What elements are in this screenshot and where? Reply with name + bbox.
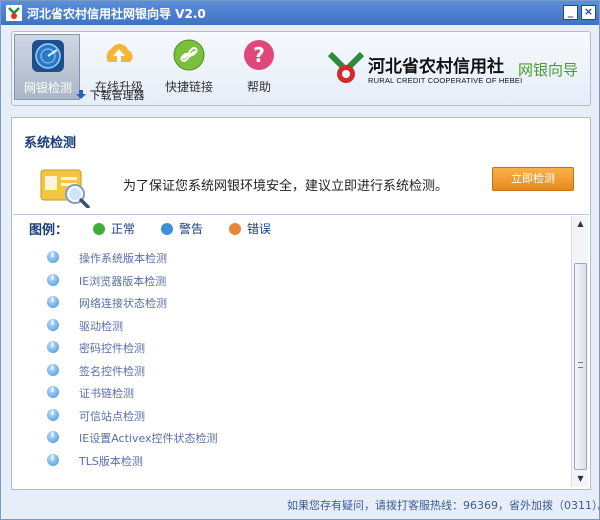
scrollbar-grip-icon <box>578 362 583 368</box>
tool-help[interactable]: ? 帮助 <box>226 34 292 100</box>
legend-warning-label: 警告 <box>179 222 204 236</box>
info-icon <box>47 430 59 443</box>
main-panel: 系统检测 为了保证您系统网银环境安全，建议立即进行系统检测。 立即检测 图例： … <box>11 117 591 490</box>
info-icon <box>47 453 59 466</box>
download-arrow-icon <box>76 90 86 99</box>
minimize-button[interactable]: _ <box>563 5 578 20</box>
legend-error: 错误 <box>229 220 271 237</box>
legend-error-label: 错误 <box>247 222 272 236</box>
legend-normal-label: 正常 <box>111 222 136 236</box>
app-window: 河北省农村信用社网银向导 V2.0 _ × 网银检测 在线升级 快捷链接 ? 帮… <box>0 0 600 520</box>
error-circle-icon <box>229 223 241 235</box>
bank-name-cn: 河北省农村信用社 <box>368 57 504 77</box>
check-item-label: 网络连接状态检测 <box>79 297 167 310</box>
bank-name-en: RURAL CREDIT COOPERATIVE OF HEBEI <box>368 76 523 85</box>
check-banner: 为了保证您系统网银环境安全，建议立即进行系统检测。 立即检测 <box>13 156 589 214</box>
window-title: 河北省农村信用社网银向导 V2.0 <box>27 7 206 21</box>
title-bar[interactable]: 河北省农村信用社网银向导 V2.0 _ × <box>1 1 599 25</box>
scrollbar-thumb[interactable] <box>574 263 587 470</box>
vertical-scrollbar[interactable]: ▲ ▼ <box>571 216 588 487</box>
upload-icon <box>106 43 133 63</box>
download-manager-link[interactable]: 下载管理器 <box>76 87 145 102</box>
info-icon <box>47 408 59 421</box>
check-item-label: IE设置Activex控件状态检测 <box>79 432 218 445</box>
bank-logo: 河北省农村信用社 RURAL CREDIT COOPERATIVE OF HEB… <box>328 44 590 94</box>
check-item-label: 密码控件检测 <box>79 342 145 355</box>
bank-subtitle: 网银向导 <box>518 61 579 79</box>
app-logo-icon <box>6 5 22 21</box>
info-icon <box>47 385 59 398</box>
tool-quick-links[interactable]: 快捷链接 <box>156 34 222 100</box>
download-manager-label: 下载管理器 <box>89 89 145 102</box>
scroll-down-icon[interactable]: ▼ <box>573 471 588 486</box>
check-list: 图例： 正常 警告 错误 操作系统版本检测 IE浏览器版本检测 网络连接状态检测… <box>13 214 589 488</box>
check-item-label: 驱动检测 <box>79 320 123 333</box>
check-circle-icon <box>93 223 105 235</box>
legend-warning: 警告 <box>161 220 203 237</box>
scroll-up-icon[interactable]: ▲ <box>573 216 588 231</box>
help-icon: ? <box>244 40 274 70</box>
check-item-label: 操作系统版本检测 <box>79 252 167 265</box>
info-icon <box>47 273 59 286</box>
info-icon <box>47 340 59 353</box>
page-title: 系统检测 <box>24 136 77 151</box>
check-item-label: 证书链检测 <box>79 387 134 400</box>
info-icon <box>47 250 59 263</box>
tool-help-label: 帮助 <box>246 80 271 94</box>
check-item-label: TLS版本检测 <box>79 455 143 468</box>
tool-network-check-label: 网银检测 <box>23 81 72 95</box>
check-item-label: 签名控件检测 <box>79 365 145 378</box>
info-icon <box>47 295 59 308</box>
check-item-label: IE浏览器版本检测 <box>79 275 167 288</box>
check-item-label: 可信站点检测 <box>79 410 145 423</box>
id-card-icon <box>40 169 90 208</box>
toolbar: 网银检测 在线升级 快捷链接 ? 帮助 下载管理器 河北省农村信用社 RURAL… <box>11 31 591 106</box>
link-icon <box>173 39 205 71</box>
banner-message: 为了保证您系统网银环境安全，建议立即进行系统检测。 <box>123 179 449 194</box>
info-circle-icon <box>161 223 173 235</box>
legend-normal: 正常 <box>93 220 135 237</box>
bank-logo-mark-icon <box>328 51 364 83</box>
tool-network-check[interactable]: 网银检测 <box>14 34 80 100</box>
info-icon <box>47 363 59 376</box>
svg-text:?: ? <box>253 43 265 67</box>
legend-title: 图例： <box>29 223 69 238</box>
close-button[interactable]: × <box>581 5 596 20</box>
footer-hotline: 如果您存有疑问，请拨打客服热线：96369，省外加拨（0311）。 <box>287 499 600 512</box>
info-icon <box>47 318 59 331</box>
tool-quick-links-label: 快捷链接 <box>164 80 213 94</box>
radar-icon <box>32 40 64 72</box>
start-check-button[interactable]: 立即检测 <box>492 167 574 191</box>
